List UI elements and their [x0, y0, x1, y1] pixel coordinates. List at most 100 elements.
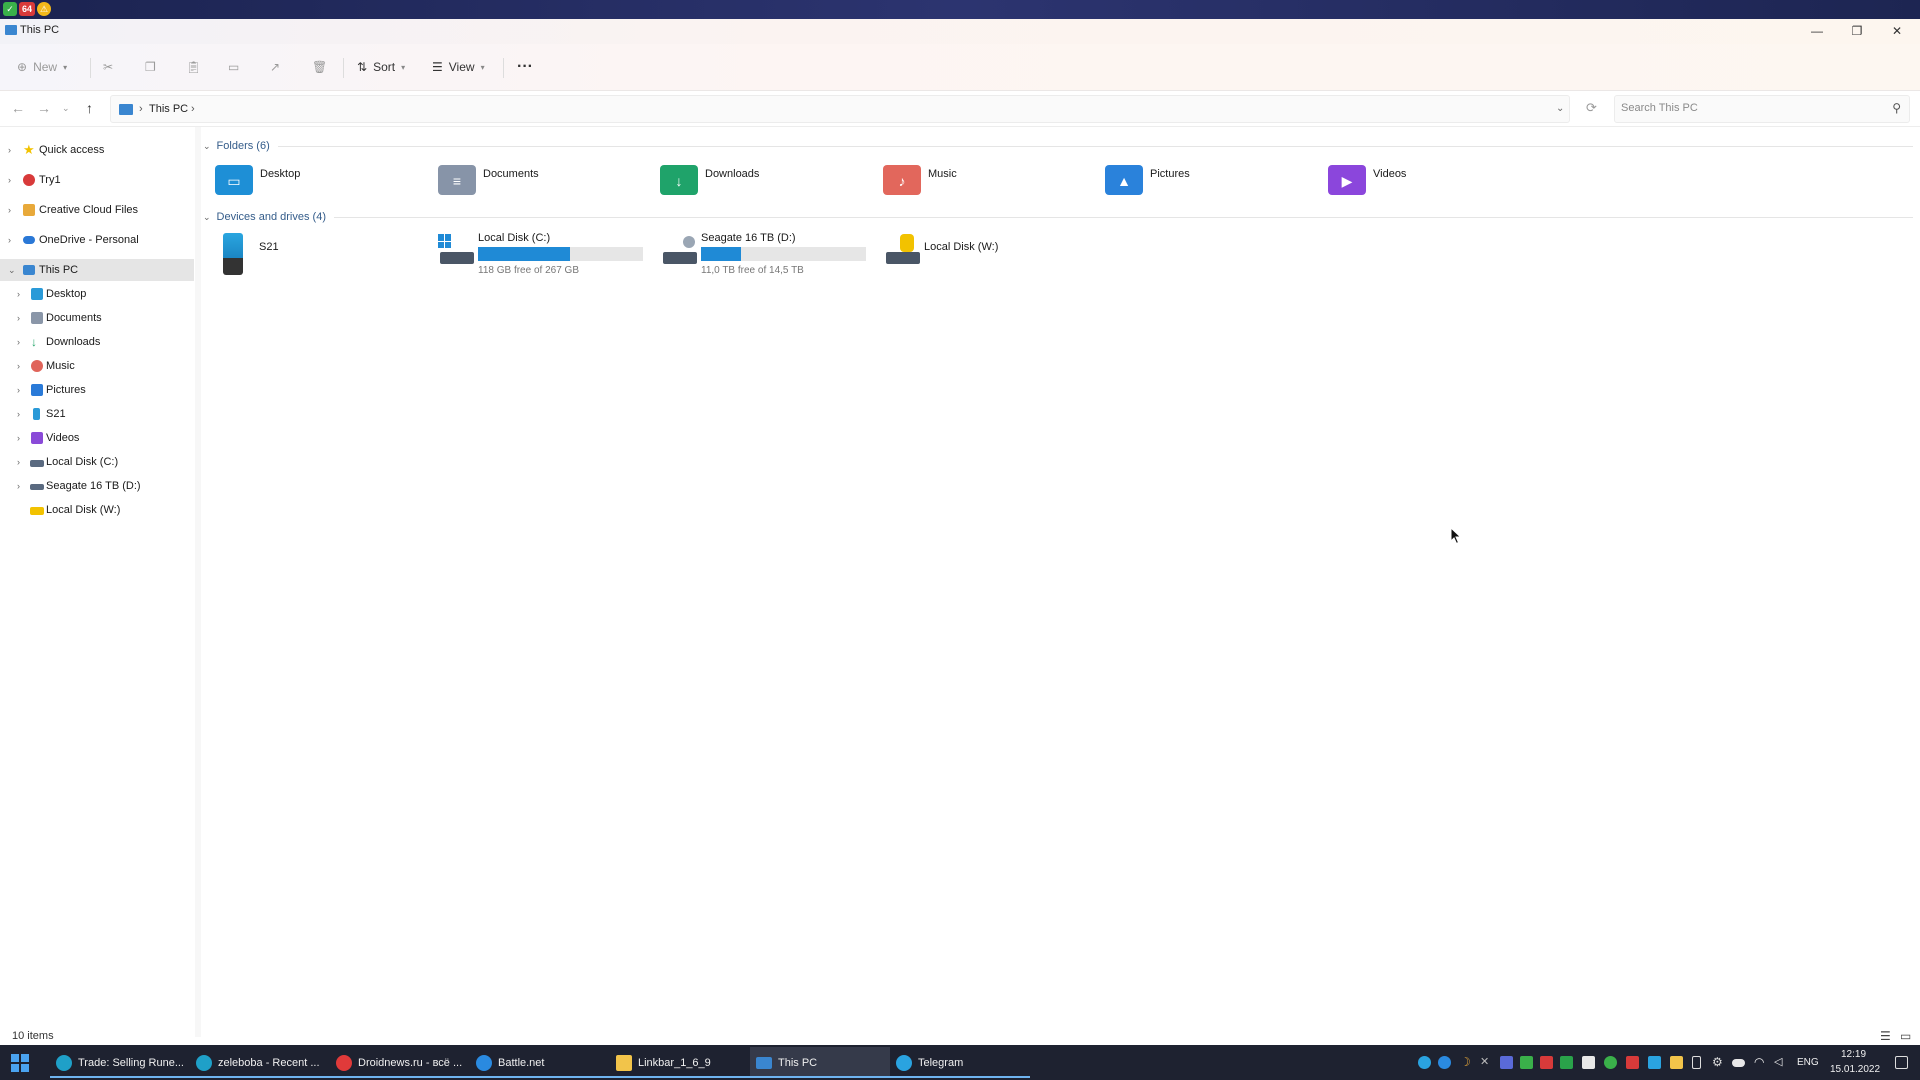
drive-tile-seagate-d[interactable]: Seagate 16 TB (D:) 11,0 TB free of 14,5 … — [661, 230, 876, 280]
temp-tray-icon-2[interactable] — [1560, 1056, 1573, 1069]
chrome-tray-icon[interactable] — [1604, 1056, 1617, 1069]
folder-tile-downloads[interactable]: ↓ Downloads — [649, 160, 849, 200]
view-button[interactable]: ☰ View ▾ — [432, 52, 485, 82]
moon-tray-icon[interactable]: ☽ — [1460, 1056, 1473, 1069]
app-icon-red[interactable]: 64 — [19, 2, 35, 16]
share-button[interactable]: ↗ — [270, 52, 280, 82]
sidebar-item-this-pc[interactable]: ⌄ This PC — [0, 259, 194, 281]
volume-tray-icon[interactable]: ◁ — [1774, 1056, 1787, 1069]
breadcrumb-separator[interactable]: › — [191, 103, 195, 115]
language-indicator[interactable]: ENG — [1797, 1057, 1819, 1068]
chevron-right-icon[interactable]: › — [17, 313, 20, 323]
search-input[interactable] — [1621, 102, 1871, 114]
chevron-right-icon[interactable]: › — [17, 481, 20, 491]
app-icon-yellow[interactable]: ⚠ — [37, 2, 51, 16]
sidebar-item-documents[interactable]: › Documents — [0, 307, 194, 329]
sidebar-item-local-disk-w[interactable]: Local Disk (W:) — [0, 499, 194, 521]
sort-button[interactable]: ⇅ Sort ▾ — [357, 52, 405, 82]
chevron-right-icon[interactable]: › — [17, 385, 20, 395]
refresh-icon[interactable]: ⟳ — [1586, 100, 1597, 116]
sidebar-item-try1[interactable]: › Try1 — [0, 169, 194, 191]
chevron-right-icon[interactable]: › — [8, 205, 11, 215]
cut-button[interactable]: ✂ — [103, 52, 113, 82]
minimize-button[interactable]: — — [1797, 19, 1837, 44]
address-history-chevron-icon[interactable]: ⌄ — [1556, 103, 1564, 114]
wifi-tray-icon[interactable]: ◠ — [1754, 1056, 1767, 1069]
back-arrow-icon[interactable]: ← — [11, 100, 25, 116]
battlenet-tray-icon[interactable] — [1438, 1056, 1451, 1069]
folder-tray-icon[interactable] — [1670, 1056, 1683, 1069]
drive-tile-local-disk-c[interactable]: Local Disk (C:) 118 GB free of 267 GB — [438, 230, 653, 280]
sidebar-item-quick-access[interactable]: › ★ Quick access — [0, 139, 194, 161]
devices-group-header[interactable]: ⌄ Devices and drives (4) — [203, 207, 1913, 227]
onedrive-tray-icon[interactable] — [1732, 1059, 1745, 1067]
chevron-right-icon[interactable]: › — [17, 457, 20, 467]
copy-button[interactable]: ❐ — [145, 52, 156, 82]
telegram-tray-icon[interactable] — [1418, 1056, 1431, 1069]
tool-tray-icon[interactable]: ✕ — [1480, 1056, 1493, 1069]
new-button[interactable]: ⊕ New ▾ — [17, 52, 67, 82]
rename-button[interactable]: ▭ — [228, 52, 239, 82]
monitor-tray-icon[interactable] — [1500, 1056, 1513, 1069]
chevron-right-icon[interactable]: › — [8, 235, 11, 245]
chevron-down-icon[interactable]: ⌄ — [203, 141, 211, 152]
sidebar-item-local-disk-c[interactable]: › Local Disk (C:) — [0, 451, 194, 473]
sidebar-item-downloads[interactable]: › ↓ Downloads — [0, 331, 194, 353]
folder-tile-desktop[interactable]: ▭ Desktop — [204, 160, 404, 200]
app-tray-icon[interactable] — [1582, 1056, 1595, 1069]
delete-button[interactable]: 🗑︎ — [312, 52, 327, 82]
chevron-right-icon[interactable]: › — [17, 289, 20, 299]
gpu-tray-icon[interactable] — [1520, 1056, 1533, 1069]
maximize-button[interactable]: ❐ — [1837, 19, 1877, 44]
details-view-icon[interactable]: ☰ — [1880, 1029, 1891, 1043]
more-options-button[interactable]: ··· — [517, 52, 533, 82]
sidebar-item-music[interactable]: › Music — [0, 355, 194, 377]
taskbar-item-trade[interactable]: Trade: Selling Rune... — [50, 1047, 190, 1078]
close-button[interactable]: ✕ — [1877, 19, 1917, 44]
display-tray-icon[interactable] — [1648, 1056, 1661, 1069]
forward-arrow-icon[interactable]: → — [37, 100, 51, 116]
drive-tile-s21[interactable]: S21 — [219, 230, 434, 280]
drive-tile-local-disk-w[interactable]: Local Disk (W:) — [884, 230, 1099, 280]
taskbar-item-this-pc[interactable]: This PC — [750, 1047, 890, 1078]
settings-tray-icon[interactable]: ⚙ — [1712, 1056, 1725, 1069]
folder-tile-videos[interactable]: ▶ Videos — [1317, 160, 1517, 200]
mail-tray-icon[interactable] — [1626, 1056, 1639, 1069]
sidebar-divider[interactable] — [195, 127, 201, 1037]
chevron-down-icon[interactable]: ⌄ — [8, 265, 16, 276]
notification-icon[interactable] — [1895, 1056, 1908, 1069]
recent-chevron-icon[interactable]: ⌄ — [62, 103, 70, 114]
chevron-right-icon[interactable]: › — [17, 337, 20, 347]
taskbar-item-telegram[interactable]: Telegram — [890, 1047, 1030, 1078]
sidebar-item-videos[interactable]: › Videos — [0, 427, 194, 449]
folders-group-header[interactable]: ⌄ Folders (6) — [203, 136, 1913, 156]
clock-time[interactable]: 12:19 — [1841, 1049, 1866, 1060]
chevron-right-icon[interactable]: › — [17, 433, 20, 443]
sidebar-item-s21[interactable]: › S21 — [0, 403, 194, 425]
breadcrumb-this-pc[interactable]: This PC — [149, 103, 188, 115]
paste-button[interactable]: 📋︎ — [186, 52, 201, 82]
search-icon[interactable]: ⚲ — [1892, 101, 1901, 115]
chevron-right-icon[interactable]: › — [17, 409, 20, 419]
sidebar-item-creative-cloud[interactable]: › Creative Cloud Files — [0, 199, 194, 221]
taskbar-item-linkbar[interactable]: Linkbar_1_6_9 — [610, 1047, 750, 1078]
chevron-down-icon[interactable]: ⌄ — [203, 212, 211, 223]
folder-tile-documents[interactable]: ≡ Documents — [427, 160, 627, 200]
tiles-view-icon[interactable]: ▭ — [1900, 1029, 1911, 1043]
search-box[interactable]: ⚲ — [1614, 95, 1910, 123]
chevron-right-icon[interactable]: › — [8, 175, 11, 185]
address-bar[interactable]: › This PC › ⌄ — [110, 95, 1570, 123]
folder-tile-pictures[interactable]: ▲ Pictures — [1094, 160, 1294, 200]
temp-tray-icon-1[interactable] — [1540, 1056, 1553, 1069]
folder-tile-music[interactable]: ♪ Music — [872, 160, 1072, 200]
taskbar-item-battlenet[interactable]: Battle.net — [470, 1047, 610, 1078]
sidebar-item-seagate-d[interactable]: › Seagate 16 TB (D:) — [0, 475, 194, 497]
sidebar-item-onedrive[interactable]: › OneDrive - Personal — [0, 229, 194, 251]
app-icon-green[interactable]: ✓ — [3, 2, 17, 16]
taskbar-item-zeleboba[interactable]: zeleboba - Recent ... — [190, 1047, 330, 1078]
chevron-right-icon[interactable]: › — [8, 145, 11, 155]
up-arrow-icon[interactable]: ↑ — [86, 100, 93, 116]
battery-tray-icon[interactable] — [1692, 1056, 1701, 1069]
chevron-right-icon[interactable]: › — [17, 361, 20, 371]
sidebar-item-desktop[interactable]: › Desktop — [0, 283, 194, 305]
